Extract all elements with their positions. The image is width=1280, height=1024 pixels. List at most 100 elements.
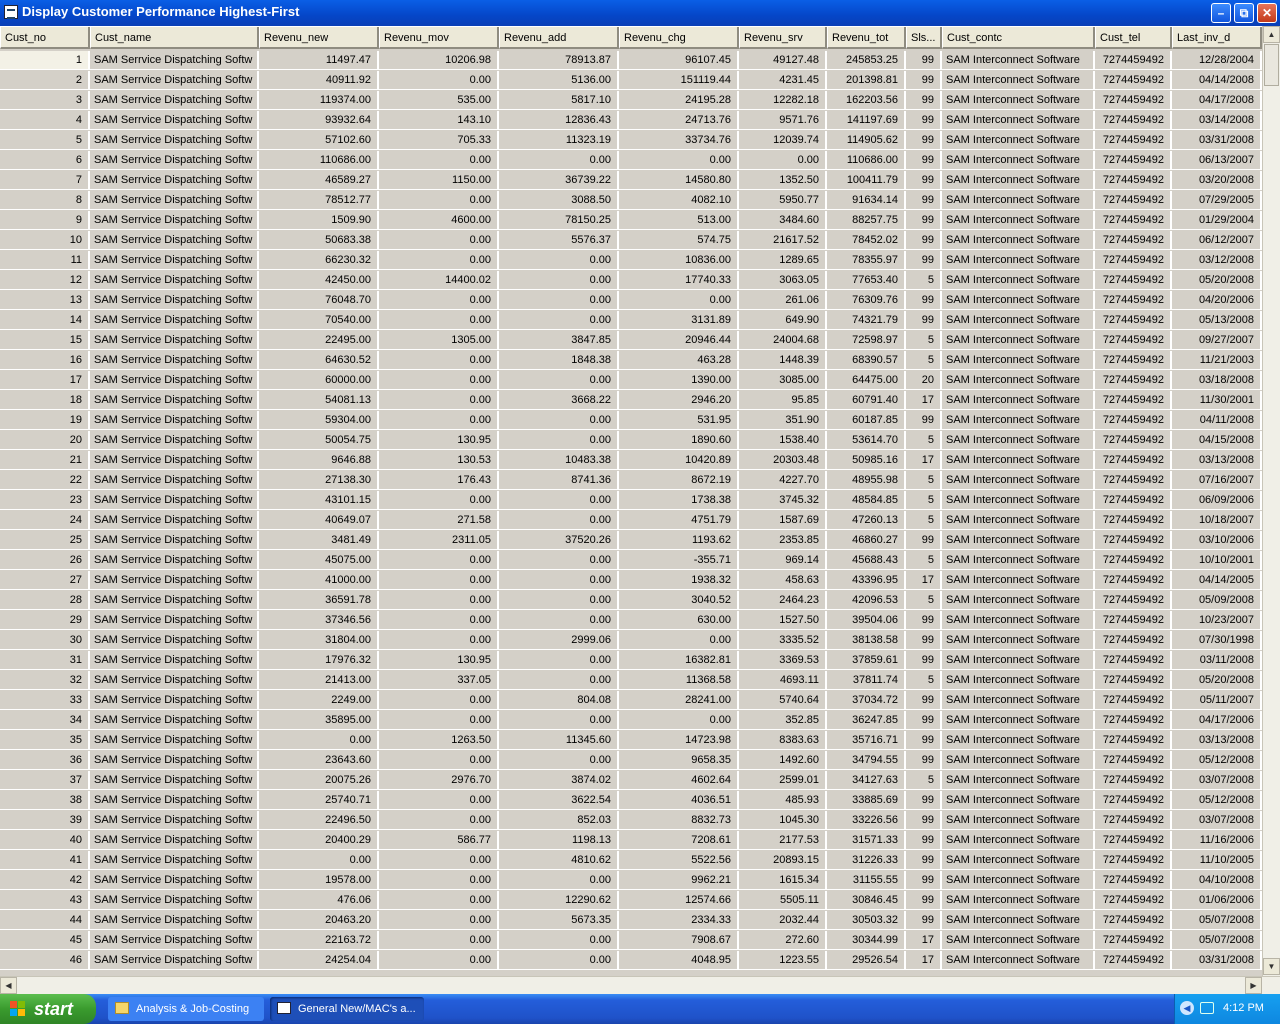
cell-last-inv-d[interactable]: 07/16/2007: [1172, 471, 1262, 490]
cell-revenu-tot[interactable]: 39504.06: [827, 611, 906, 630]
cell-cust-contc[interactable]: SAM Interconnect Software: [942, 331, 1095, 350]
cell-cust-contc[interactable]: SAM Interconnect Software: [942, 571, 1095, 590]
cell-revenu-srv[interactable]: 21617.52: [739, 231, 827, 250]
cell-revenu-add[interactable]: 78150.25: [499, 211, 619, 230]
cell-revenu-chg[interactable]: 1390.00: [619, 371, 739, 390]
cell-revenu-add[interactable]: 5136.00: [499, 71, 619, 90]
cell-revenu-tot[interactable]: 38138.58: [827, 631, 906, 650]
cell-revenu-tot[interactable]: 34794.55: [827, 751, 906, 770]
cell-sls[interactable]: 5: [906, 591, 942, 610]
cell-revenu-mov[interactable]: 0.00: [379, 71, 499, 90]
cell-revenu-chg[interactable]: 24195.28: [619, 91, 739, 110]
cell-revenu-tot[interactable]: 110686.00: [827, 151, 906, 170]
cell-revenu-mov[interactable]: 535.00: [379, 91, 499, 110]
cell-revenu-mov[interactable]: 0.00: [379, 351, 499, 370]
cell-cust-tel[interactable]: 7274459492: [1095, 591, 1172, 610]
cell-revenu-add[interactable]: 78913.87: [499, 51, 619, 70]
cell-cust-no[interactable]: 7: [0, 171, 90, 190]
cell-revenu-srv[interactable]: 12282.18: [739, 91, 827, 110]
cell-cust-tel[interactable]: 7274459492: [1095, 951, 1172, 970]
cell-sls[interactable]: 99: [906, 531, 942, 550]
cell-cust-no[interactable]: 31: [0, 651, 90, 670]
cell-cust-no[interactable]: 13: [0, 291, 90, 310]
task-analysis-job-costing[interactable]: Analysis & Job-Costing: [108, 997, 264, 1021]
table-row[interactable]: 4 SAM Serrvice Dispatching Softw 93932.64 1…: [0, 111, 1262, 131]
cell-cust-name[interactable]: SAM Serrvice Dispatching Softw: [90, 671, 259, 690]
cell-sls[interactable]: 99: [906, 51, 942, 70]
cell-sls[interactable]: 99: [906, 751, 942, 770]
table-row[interactable]: 37 SAM Serrvice Dispatching Softw 20075.26…: [0, 771, 1262, 791]
table-row[interactable]: 1 SAM Serrvice Dispatching Softw 11497.47 1…: [0, 51, 1262, 71]
cell-cust-tel[interactable]: 7274459492: [1095, 391, 1172, 410]
cell-last-inv-d[interactable]: 11/16/2006: [1172, 831, 1262, 850]
cell-cust-contc[interactable]: SAM Interconnect Software: [942, 911, 1095, 930]
cell-cust-contc[interactable]: SAM Interconnect Software: [942, 251, 1095, 270]
cell-revenu-srv[interactable]: 3063.05: [739, 271, 827, 290]
cell-revenu-new[interactable]: 57102.60: [259, 131, 379, 150]
cell-revenu-srv[interactable]: 4231.45: [739, 71, 827, 90]
cell-cust-contc[interactable]: SAM Interconnect Software: [942, 191, 1095, 210]
cell-sls[interactable]: 5: [906, 491, 942, 510]
cell-cust-no[interactable]: 21: [0, 451, 90, 470]
cell-cust-name[interactable]: SAM Serrvice Dispatching Softw: [90, 651, 259, 670]
cell-cust-no[interactable]: 12: [0, 271, 90, 290]
cell-sls[interactable]: 99: [906, 691, 942, 710]
cell-last-inv-d[interactable]: 04/11/2008: [1172, 411, 1262, 430]
cell-revenu-chg[interactable]: 4036.51: [619, 791, 739, 810]
cell-cust-name[interactable]: SAM Serrvice Dispatching Softw: [90, 751, 259, 770]
cell-sls[interactable]: 99: [906, 711, 942, 730]
cell-sls[interactable]: 5: [906, 671, 942, 690]
cell-cust-contc[interactable]: SAM Interconnect Software: [942, 751, 1095, 770]
table-row[interactable]: 46 SAM Serrvice Dispatching Softw 24254.04…: [0, 951, 1262, 971]
cell-cust-contc[interactable]: SAM Interconnect Software: [942, 791, 1095, 810]
table-row[interactable]: 42 SAM Serrvice Dispatching Softw 19578.00…: [0, 871, 1262, 891]
cell-revenu-chg[interactable]: 11368.58: [619, 671, 739, 690]
cell-revenu-chg[interactable]: 14723.98: [619, 731, 739, 750]
cell-sls[interactable]: 99: [906, 631, 942, 650]
horizontal-scrollbar[interactable]: ◀ ▶: [0, 976, 1280, 994]
cell-revenu-add[interactable]: 0.00: [499, 411, 619, 430]
cell-last-inv-d[interactable]: 10/18/2007: [1172, 511, 1262, 530]
cell-revenu-mov[interactable]: 0.00: [379, 851, 499, 870]
cell-revenu-srv[interactable]: 2032.44: [739, 911, 827, 930]
cell-sls[interactable]: 5: [906, 771, 942, 790]
cell-cust-contc[interactable]: SAM Interconnect Software: [942, 311, 1095, 330]
cell-revenu-add[interactable]: 0.00: [499, 951, 619, 970]
cell-revenu-mov[interactable]: 337.05: [379, 671, 499, 690]
cell-revenu-mov[interactable]: 0.00: [379, 551, 499, 570]
cell-revenu-mov[interactable]: 0.00: [379, 911, 499, 930]
cell-last-inv-d[interactable]: 11/30/2001: [1172, 391, 1262, 410]
cell-cust-tel[interactable]: 7274459492: [1095, 71, 1172, 90]
cell-revenu-new[interactable]: 78512.77: [259, 191, 379, 210]
cell-cust-tel[interactable]: 7274459492: [1095, 811, 1172, 830]
cell-last-inv-d[interactable]: 03/31/2008: [1172, 131, 1262, 150]
cell-revenu-add[interactable]: 0.00: [499, 711, 619, 730]
cell-cust-no[interactable]: 19: [0, 411, 90, 430]
cell-cust-tel[interactable]: 7274459492: [1095, 851, 1172, 870]
cell-sls[interactable]: 99: [906, 811, 942, 830]
cell-revenu-tot[interactable]: 60791.40: [827, 391, 906, 410]
table-row[interactable]: 17 SAM Serrvice Dispatching Softw 60000.00…: [0, 371, 1262, 391]
cell-cust-contc[interactable]: SAM Interconnect Software: [942, 211, 1095, 230]
table-row[interactable]: 41 SAM Serrvice Dispatching Softw 0.00 0.00…: [0, 851, 1262, 871]
cell-revenu-add[interactable]: 3874.02: [499, 771, 619, 790]
table-row[interactable]: 21 SAM Serrvice Dispatching Softw 9646.88 1…: [0, 451, 1262, 471]
column-header-cust-contc[interactable]: Cust_contc: [942, 27, 1095, 49]
cell-revenu-add[interactable]: 852.03: [499, 811, 619, 830]
cell-revenu-tot[interactable]: 100411.79: [827, 171, 906, 190]
cell-last-inv-d[interactable]: 03/13/2008: [1172, 731, 1262, 750]
cell-cust-tel[interactable]: 7274459492: [1095, 911, 1172, 930]
cell-cust-contc[interactable]: SAM Interconnect Software: [942, 691, 1095, 710]
cell-cust-contc[interactable]: SAM Interconnect Software: [942, 351, 1095, 370]
minimize-button[interactable]: –: [1211, 3, 1231, 23]
cell-cust-name[interactable]: SAM Serrvice Dispatching Softw: [90, 71, 259, 90]
cell-revenu-srv[interactable]: 1448.39: [739, 351, 827, 370]
cell-cust-tel[interactable]: 7274459492: [1095, 731, 1172, 750]
cell-revenu-chg[interactable]: 1890.60: [619, 431, 739, 450]
cell-revenu-chg[interactable]: 96107.45: [619, 51, 739, 70]
cell-cust-contc[interactable]: SAM Interconnect Software: [942, 551, 1095, 570]
cell-cust-tel[interactable]: 7274459492: [1095, 651, 1172, 670]
scroll-left-arrow-icon[interactable]: ◀: [0, 977, 17, 994]
cell-cust-no[interactable]: 28: [0, 591, 90, 610]
cell-revenu-new[interactable]: 20400.29: [259, 831, 379, 850]
